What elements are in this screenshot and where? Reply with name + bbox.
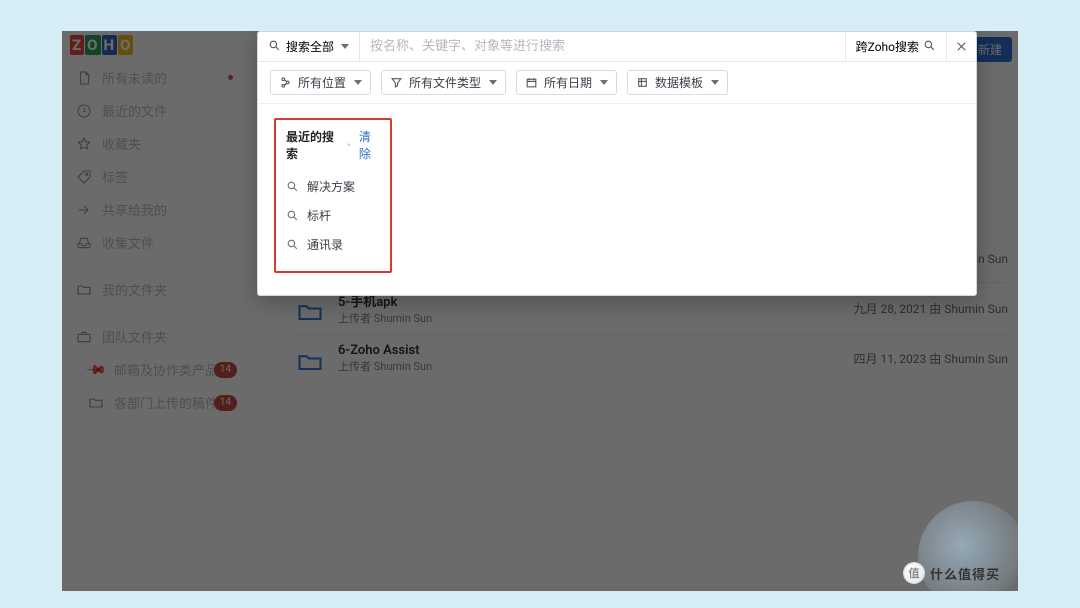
clock-icon	[76, 103, 92, 119]
recent-search-label: 通讯录	[307, 236, 343, 253]
sidebar: 所有未读的 最近的文件 收藏夹 标签 共享给我的 收集文件 我的文件夹	[62, 61, 247, 591]
recent-searches-title: 最近的搜索	[286, 128, 339, 162]
sidebar-item-shared[interactable]: 共享给我的	[62, 193, 247, 226]
search-panel: 搜索全部 跨Zoho搜索 所有位置 所有文件类型 所	[257, 31, 977, 296]
location-icon	[279, 76, 292, 89]
watermark: 值 什么值得买	[904, 563, 1000, 583]
sidebar-item-label: 收藏夹	[102, 134, 141, 153]
sidebar-item-label: 最近的文件	[102, 101, 167, 120]
filter-template[interactable]: 数据模板	[627, 70, 728, 95]
sidebar-item-favorites[interactable]: 收藏夹	[62, 127, 247, 160]
sidebar-my-folders[interactable]: 我的文件夹	[62, 273, 247, 306]
file-uploader: 上传者 Shumin Sun	[338, 358, 840, 374]
cross-zoho-label: 跨Zoho搜索	[856, 38, 919, 55]
file-date: 四月 11, 2023 由 Shumin Sun	[854, 350, 1009, 367]
template-icon	[636, 76, 649, 89]
recent-search-label: 标杆	[307, 207, 331, 224]
briefcase-icon	[76, 329, 92, 345]
sidebar-item-collect[interactable]: 收集文件	[62, 226, 247, 259]
watermark-text: 什么值得买	[930, 564, 1000, 583]
chevron-down-icon	[341, 44, 349, 49]
filter-location[interactable]: 所有位置	[270, 70, 371, 95]
sidebar-item-label: 各部门上传的稿件	[114, 393, 218, 412]
search-scope-label: 搜索全部	[286, 38, 334, 55]
unread-dot	[228, 75, 233, 80]
inbox-icon	[76, 235, 92, 251]
search-scope-dropdown[interactable]: 搜索全部	[258, 32, 360, 61]
recent-searches-box: 最近的搜索 • 清除 解决方案 标杆 通讯录	[274, 118, 392, 273]
count-badge: 14	[214, 362, 237, 378]
search-input[interactable]	[360, 39, 845, 54]
chevron-down-icon	[600, 80, 608, 85]
file-row[interactable]: 6-Zoho Assist 上传者 Shumin Sun 四月 11, 2023…	[292, 334, 1012, 382]
sidebar-item-unread[interactable]: 所有未读的	[62, 61, 247, 94]
search-icon	[268, 39, 281, 55]
calendar-icon	[525, 76, 538, 89]
watermark-badge: 值	[904, 563, 924, 583]
file-name: 6-Zoho Assist	[338, 343, 840, 358]
chevron-down-icon	[354, 80, 362, 85]
close-button[interactable]	[946, 32, 976, 61]
filter-date[interactable]: 所有日期	[516, 70, 617, 95]
recent-search-item[interactable]: 标杆	[286, 201, 380, 230]
recent-search-item[interactable]: 通讯录	[286, 230, 380, 259]
chevron-down-icon	[489, 80, 497, 85]
sidebar-item-label: 标签	[102, 167, 128, 186]
search-icon	[286, 238, 299, 251]
chevron-down-icon	[711, 80, 719, 85]
sidebar-item-tags[interactable]: 标签	[62, 160, 247, 193]
star-icon	[76, 136, 92, 152]
sidebar-item-recent[interactable]: 最近的文件	[62, 94, 247, 127]
app-window: Z O H O ＋ 新建 所有未读的 最近的文件 收藏夹 标签 共享给我的	[62, 31, 1018, 591]
sidebar-team-item-dept[interactable]: 各部门上传的稿件 14	[62, 386, 247, 419]
clear-recent-link[interactable]: 清除	[359, 128, 380, 162]
recent-search-label: 解决方案	[307, 178, 355, 195]
filter-filetype[interactable]: 所有文件类型	[381, 70, 506, 95]
zoho-logo: Z O H O	[70, 35, 134, 55]
search-bar: 搜索全部 跨Zoho搜索	[258, 32, 976, 62]
folder-icon	[76, 282, 92, 298]
funnel-icon	[390, 76, 403, 89]
recent-search-item[interactable]: 解决方案	[286, 172, 380, 201]
cross-zoho-search[interactable]: 跨Zoho搜索	[845, 32, 946, 61]
file-uploader: 上传者 Shumin Sun	[338, 310, 840, 326]
search-filters: 所有位置 所有文件类型 所有日期 数据模板	[258, 62, 976, 104]
close-icon	[955, 40, 968, 53]
sidebar-item-label: 团队文件夹	[102, 327, 167, 346]
folder-icon	[296, 298, 324, 320]
sidebar-item-label: 邮箱及协作类产品	[114, 360, 218, 379]
search-icon	[286, 180, 299, 193]
tag-icon	[76, 169, 92, 185]
doc-icon	[76, 70, 92, 86]
search-icon	[286, 209, 299, 222]
search-icon	[923, 39, 936, 55]
count-badge: 14	[214, 395, 237, 411]
sidebar-item-label: 所有未读的	[102, 68, 167, 87]
folder-icon	[88, 395, 104, 411]
file-date: 九月 28, 2021 由 Shumin Sun	[854, 300, 1009, 317]
pin-icon: 📌	[85, 358, 108, 381]
share-icon	[76, 202, 92, 218]
sidebar-item-label: 共享给我的	[102, 200, 167, 219]
sidebar-item-label: 我的文件夹	[102, 280, 167, 299]
sidebar-item-label: 收集文件	[102, 233, 154, 252]
sidebar-team-item-mail[interactable]: 📌 邮箱及协作类产品 14	[62, 353, 247, 386]
folder-icon	[296, 348, 324, 370]
sidebar-team-folders[interactable]: 团队文件夹	[62, 320, 247, 353]
